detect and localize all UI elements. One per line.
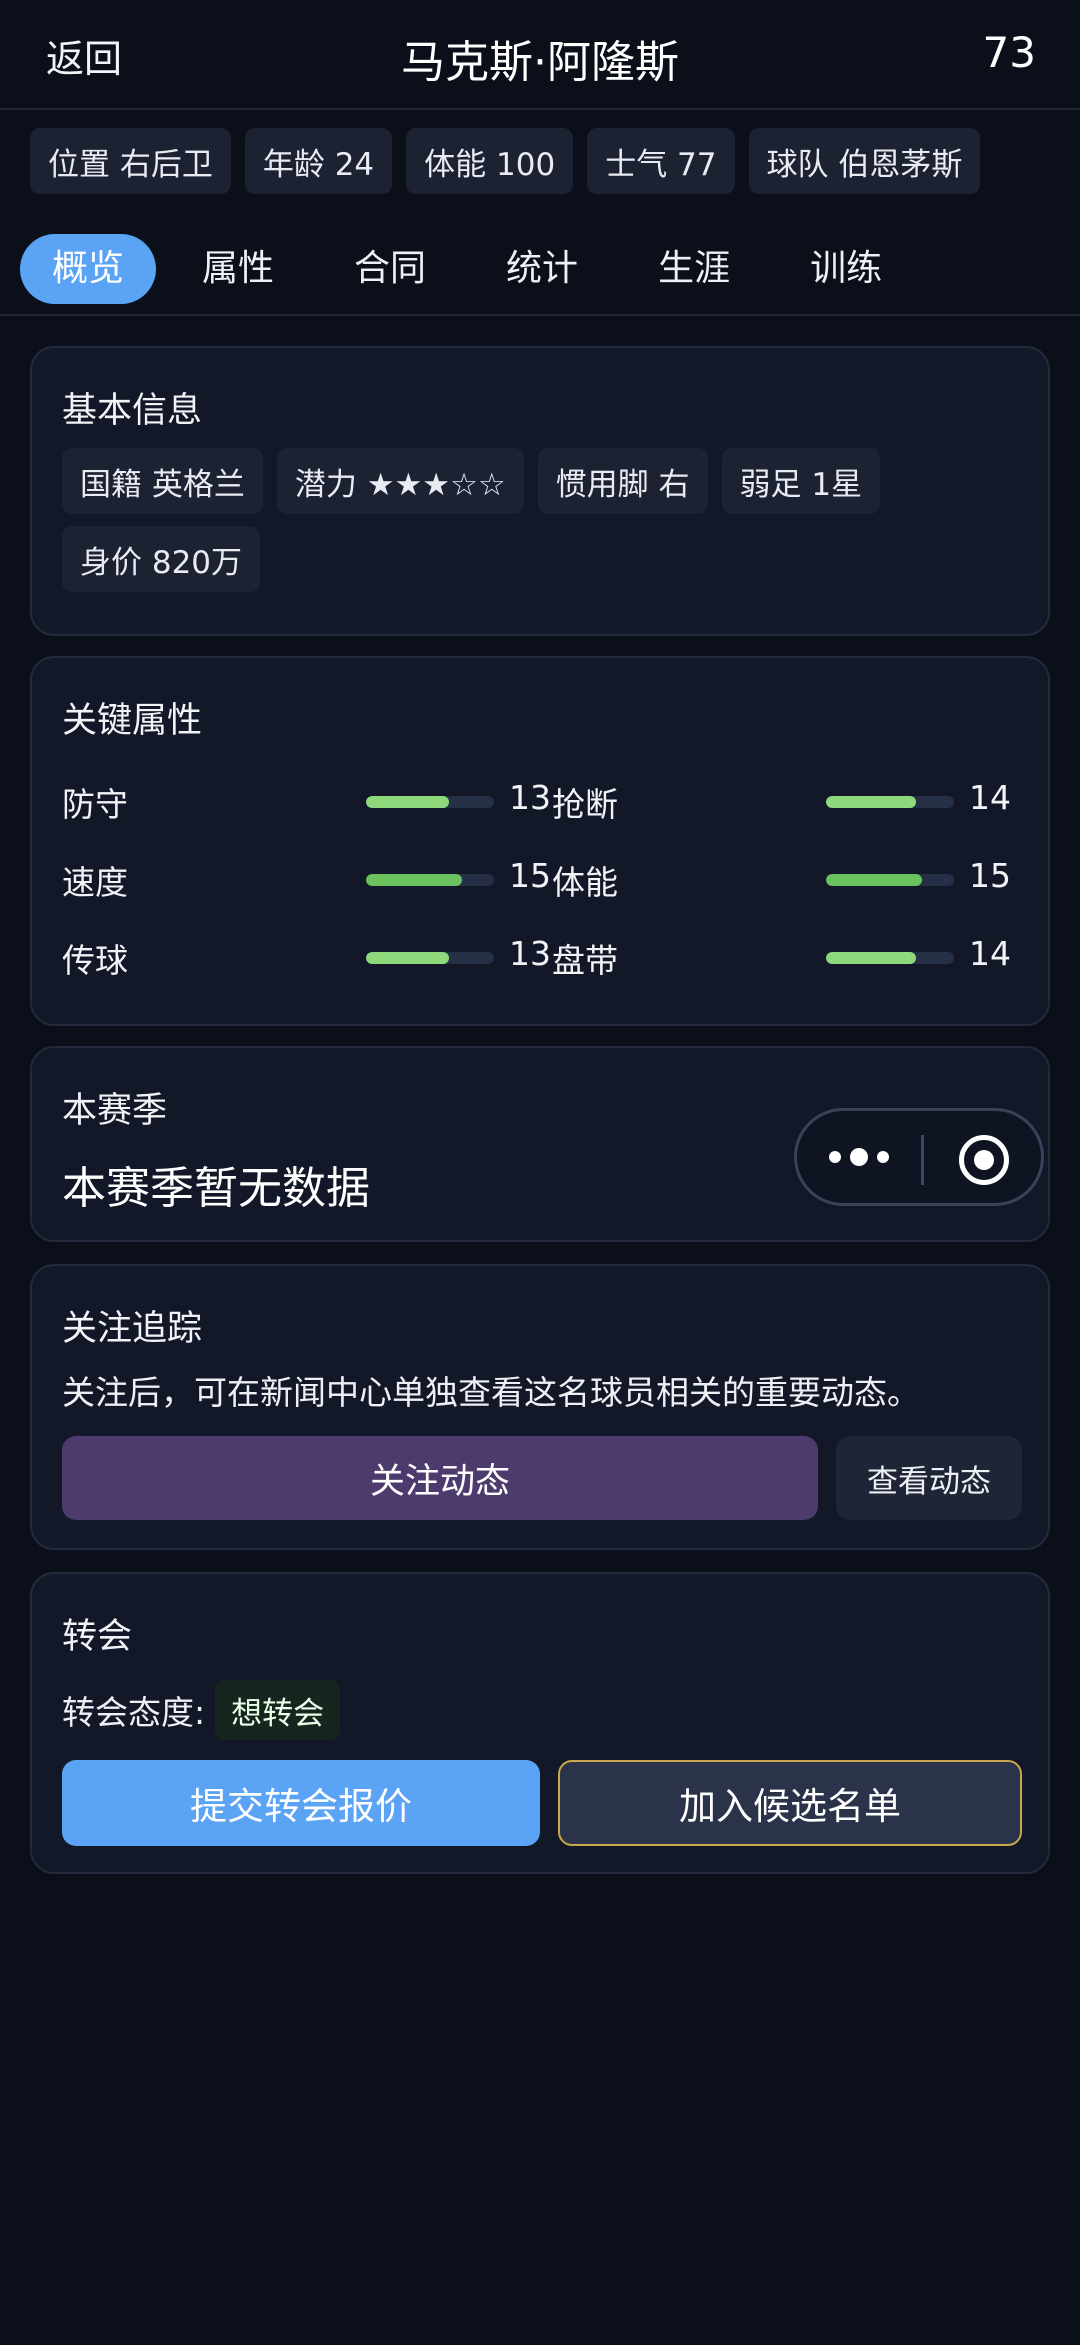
attr-bar-stamina <box>826 874 954 886</box>
tab-training[interactable]: 训练 <box>776 234 916 304</box>
basic-info-chips: 国籍 英格兰 潜力 ★★★☆☆ 惯用脚 右 弱足 1星 身价 820万 <box>62 448 1022 592</box>
attr-name-stamina: 体能 <box>552 863 618 902</box>
attr-row: 速度 15 体能 15 <box>62 852 1022 902</box>
basic-info-title: 基本信息 <box>62 391 203 431</box>
tab-overview[interactable]: 概览 <box>20 234 157 304</box>
top-header: 返回 马克斯·阿隆斯 73 <box>0 0 1080 110</box>
attr-bar-fill <box>366 796 450 808</box>
attr-row: 传球 13 盘带 14 <box>62 930 1022 980</box>
attr-value-dribbling: 14 <box>969 934 1011 973</box>
attr-bar-fill <box>366 874 462 886</box>
summary-chip-morale: 士气 77 <box>587 128 735 194</box>
attr-bar-fill <box>826 874 922 886</box>
capsule-divider <box>921 1135 924 1185</box>
attr-bar-defending <box>366 796 494 808</box>
attr-bar-fill <box>826 796 916 808</box>
tab-bar: 概览 属性 合同 统计 生涯 训练 <box>20 234 928 304</box>
transfer-attitude-badge: 想转会 <box>215 1680 341 1740</box>
transfer-attitude-row: 转会态度: 想转会 <box>62 1680 341 1740</box>
player-name-title: 马克斯·阿隆斯 <box>401 37 679 88</box>
attr-value-passing: 13 <box>509 934 551 973</box>
summary-chip-team: 球队 伯恩茅斯 <box>748 128 981 194</box>
more-icon[interactable] <box>829 1135 889 1179</box>
attr-name-tackling: 抢断 <box>552 785 618 824</box>
attr-name-dribbling: 盘带 <box>552 941 618 980</box>
submit-offer-button[interactable]: 提交转会报价 <box>62 1760 540 1846</box>
key-attributes-title: 关键属性 <box>62 701 203 741</box>
follow-news-button[interactable]: 关注动态 <box>62 1436 818 1520</box>
summary-chip-fitness: 体能 100 <box>406 128 574 194</box>
attr-value-defending: 13 <box>509 778 551 817</box>
attr-bar-fill <box>826 952 916 964</box>
summary-chip-position: 位置 右后卫 <box>30 128 231 194</box>
attr-row: 防守 13 抢断 14 <box>62 774 1022 824</box>
attr-value-tackling: 14 <box>969 778 1011 817</box>
attr-value-pace: 15 <box>509 856 551 895</box>
info-chip-weak-foot: 弱足 1星 <box>721 448 881 514</box>
follow-description: 关注后，可在新闻中心单独查看这名球员相关的重要动态。 <box>62 1373 920 1412</box>
summary-chip-age: 年龄 24 <box>244 128 393 194</box>
follow-title: 关注追踪 <box>62 1309 203 1349</box>
tab-divider <box>0 314 1080 316</box>
season-card: 本赛季 本赛季暂无数据 <box>30 1046 1050 1242</box>
miniprogram-capsule <box>794 1108 1044 1206</box>
tab-career[interactable]: 生涯 <box>624 234 764 304</box>
transfer-attitude-label: 转会态度: <box>62 1693 206 1732</box>
key-attributes-card: 关键属性 防守 13 抢断 14 速度 15 体能 15 传球 13 盘带 14 <box>30 656 1050 1026</box>
close-target-icon[interactable] <box>959 1135 1009 1185</box>
info-chip-nationality: 国籍 英格兰 <box>62 448 263 514</box>
attr-bar-fill <box>366 952 450 964</box>
attr-bar-dribbling <box>826 952 954 964</box>
tab-stats[interactable]: 统计 <box>472 234 612 304</box>
season-empty-text: 本赛季暂无数据 <box>62 1163 370 1214</box>
season-title: 本赛季 <box>62 1091 168 1131</box>
attr-name-defending: 防守 <box>62 785 128 824</box>
attr-name-passing: 传球 <box>62 941 128 980</box>
player-rating: 73 <box>982 28 1036 77</box>
info-chip-preferred-foot: 惯用脚 右 <box>537 448 708 514</box>
info-chip-value: 身价 820万 <box>62 526 261 592</box>
attr-name-pace: 速度 <box>62 863 128 902</box>
add-shortlist-button[interactable]: 加入候选名单 <box>558 1760 1022 1846</box>
basic-info-card: 基本信息 国籍 英格兰 潜力 ★★★☆☆ 惯用脚 右 弱足 1星 身价 820万 <box>30 346 1050 636</box>
transfer-title: 转会 <box>62 1617 133 1657</box>
attr-bar-pace <box>366 874 494 886</box>
attr-bar-passing <box>366 952 494 964</box>
attr-value-stamina: 15 <box>969 856 1011 895</box>
transfer-card: 转会 转会态度: 想转会 提交转会报价 加入候选名单 <box>30 1572 1050 1874</box>
tab-contract[interactable]: 合同 <box>320 234 460 304</box>
info-chip-potential: 潜力 ★★★☆☆ <box>276 448 524 514</box>
attr-bar-tackling <box>826 796 954 808</box>
follow-card: 关注追踪 关注后，可在新闻中心单独查看这名球员相关的重要动态。 关注动态 查看动… <box>30 1264 1050 1550</box>
view-news-button[interactable]: 查看动态 <box>836 1436 1022 1520</box>
summary-chip-row: 位置 右后卫 年龄 24 体能 100 士气 77 球队 伯恩茅斯 <box>30 128 981 194</box>
tab-attributes[interactable]: 属性 <box>168 234 308 304</box>
